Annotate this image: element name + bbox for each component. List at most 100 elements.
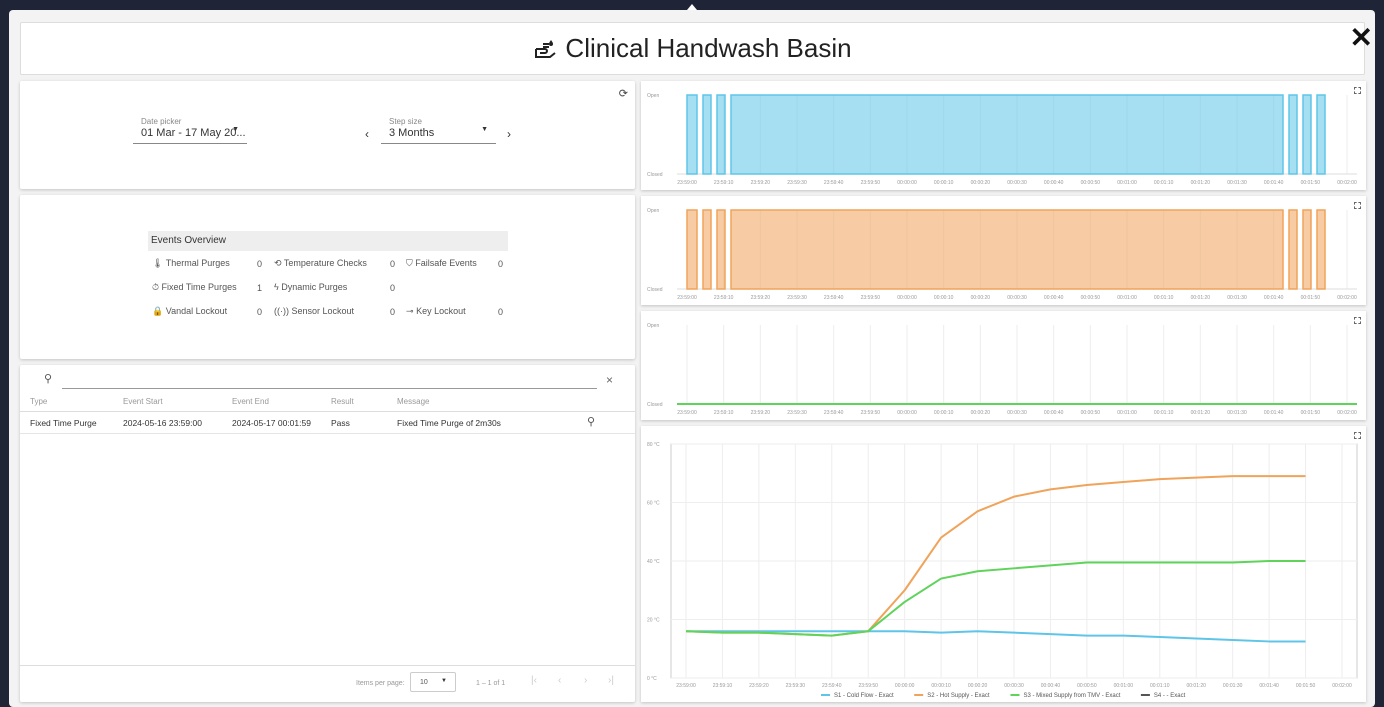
clear-search-icon[interactable]: × [606,373,613,387]
close-button[interactable]: ✕ [1350,24,1373,52]
dropdown-arrow-icon: ▼ [441,678,447,684]
y-label-open: Open [647,208,659,214]
legend-label[interactable]: S1 - Cold Flow - Exact [834,693,894,699]
next-step-button[interactable]: › [507,127,511,141]
x-tick-label: 23:59:20 [749,683,769,689]
check-icon: ⟲ [274,258,282,268]
x-tick-label: 00:00:20 [971,410,991,416]
col-type[interactable]: Type [30,397,47,406]
x-tick-label: 00:01:40 [1259,683,1279,689]
x-tick-label: 23:59:10 [714,180,734,186]
x-tick-label: 00:01:30 [1223,683,1243,689]
hot-supply-valve-chart: 23:59:00 23:59:10 23:59:20 23:59:30 23:59:40… [641,196,1366,305]
vandal-lockout-count: 0 [257,307,263,317]
view-event-search-icon[interactable]: ⚲ [587,415,595,428]
y-label-open: Open [647,93,659,99]
legend-label[interactable]: S4 - - Exact [1154,693,1186,699]
x-tick-label: 00:01:00 [1114,683,1134,689]
x-tick-label: 00:01:30 [1227,180,1247,186]
paginator-divider [20,665,635,666]
open-segment [686,94,698,175]
x-tick-label: 00:00:50 [1081,180,1101,186]
dropdown-arrow-icon: ▼ [481,126,488,133]
x-tick-label: 00:00:10 [934,180,954,186]
x-tick-label: 00:01:20 [1186,683,1206,689]
modal: Clinical Handwash Basin ✕ ⟳ Date picker … [9,10,1375,707]
x-tick-label: 00:00:40 [1041,683,1061,689]
col-message[interactable]: Message [397,397,429,406]
close-icon[interactable]: ✕ [1350,22,1373,53]
x-tick-label: 00:00:30 [1007,180,1027,186]
col-result[interactable]: Result [331,397,354,406]
legend-label[interactable]: S2 - Hot Supply - Exact [927,693,990,699]
prev-step-button[interactable]: ‹ [365,127,369,141]
x-tick-label: 23:59:20 [751,295,771,301]
x-tick-label: 00:01:10 [1150,683,1170,689]
fixed-time-purges-count: 1 [257,283,263,293]
x-tick-label: 00:01:20 [1191,180,1211,186]
x-tick-label: 00:01:00 [1117,410,1137,416]
title-text: Clinical Handwash Basin [565,33,852,63]
events-overview-title: Events Overview [148,231,508,251]
expand-icon[interactable] [1354,202,1361,209]
x-tick-label: 00:01:40 [1264,410,1284,416]
failsafe-events-count: 0 [498,259,504,269]
y-label-closed: Closed [647,172,663,178]
expand-icon[interactable] [1354,317,1361,324]
date-picker[interactable]: Date picker 01 Mar - 17 May 20... ▼ [133,114,247,144]
x-tick-label: 00:01:10 [1154,295,1174,301]
last-page-button[interactable]: ›| [608,675,614,686]
x-tick-label: 00:01:10 [1154,180,1174,186]
x-tick-label: 23:59:20 [751,410,771,416]
timer-icon: ⏱ [152,282,160,292]
open-segment [1288,94,1298,175]
first-page-button[interactable]: |‹ [531,675,537,686]
dynamic-purges: ϟ Dynamic Purges [274,282,348,292]
open-segment [1302,94,1312,175]
items-per-page-value: 10 [420,679,428,686]
x-tick-label: 00:00:10 [934,410,954,416]
step-size-label: Step size [389,117,422,126]
open-segment [716,209,726,290]
x-tick-label: 00:01:30 [1227,410,1247,416]
expand-icon[interactable] [1354,432,1361,439]
step-size-select[interactable]: Step size 3 Months ▼ [381,114,496,144]
search-icon: ⚲ [44,373,53,385]
x-tick-label: 23:59:50 [861,180,881,186]
key-lockout-count: 0 [498,307,504,317]
refresh-icon[interactable]: ⟳ [619,87,628,100]
chart-svg: 23:59:00 23:59:10 23:59:20 23:59:30 23:59:40… [647,208,1357,301]
legend-label[interactable]: S3 - Mixed Supply from TMV - Exact [1024,693,1121,699]
table-row[interactable]: Fixed Time Purge 2024-05-16 23:59:00 202… [20,412,635,434]
cell-type: Fixed Time Purge [30,418,97,428]
sensor-lockout: ((·)) Sensor Lockout [274,306,355,316]
x-tick-label: 00:00:00 [897,295,917,301]
x-tick-label: 00:01:40 [1264,180,1284,186]
x-tick-label: 00:00:00 [897,410,917,416]
expand-icon[interactable] [1354,87,1361,94]
col-event-start[interactable]: Event Start [123,397,163,406]
x-tick-label: 00:01:50 [1301,295,1321,301]
x-tick-label: 23:59:10 [714,295,734,301]
page-range: 1 – 1 of 1 [476,680,506,687]
x-tick-label: 00:02:00 [1337,295,1357,301]
x-tick-label: 00:00:10 [931,683,951,689]
col-event-end[interactable]: Event End [232,397,269,406]
search-input[interactable] [62,375,597,389]
sensor-lockout-count: 0 [390,307,396,317]
x-tick-label: 00:00:50 [1081,410,1101,416]
key-lockout: ⊸ Key Lockout [406,306,466,316]
x-tick-label: 00:01:50 [1301,410,1321,416]
next-page-button[interactable]: › [584,675,587,686]
shield-icon: ⛉ [406,258,413,268]
items-per-page-select[interactable]: 10 ▼ [410,672,456,692]
events-overview-card: Events Overview 🌡 Thermal Purges 0 ⟲ Tem… [20,195,635,359]
filter-card: ⟳ Date picker 01 Mar - 17 May 20... ▼ ‹ … [20,81,635,189]
y-tick-label: 20 °C [647,618,660,624]
open-segment [716,94,726,175]
open-segment [1316,209,1326,290]
x-tick-label: 23:59:50 [861,295,881,301]
x-tick-label: 00:00:00 [897,180,917,186]
y-tick-label: 0 °C [647,676,657,682]
prev-page-button[interactable]: ‹ [558,675,561,686]
